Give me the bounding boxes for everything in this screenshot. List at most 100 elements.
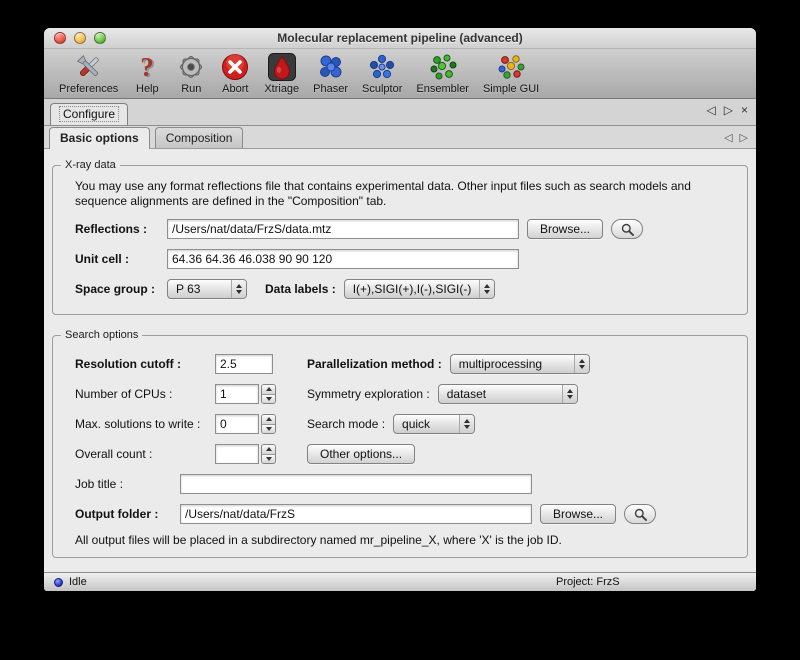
preferences-icon: [74, 52, 104, 82]
popup-arrows: [562, 385, 577, 403]
output-folder-input[interactable]: [180, 504, 532, 524]
search-mode-select[interactable]: quick: [393, 414, 475, 434]
overall-count-label: Overall count :: [75, 447, 215, 461]
output-folder-label: Output folder :: [75, 507, 180, 521]
reflections-input[interactable]: [167, 219, 519, 239]
resolution-cutoff-input[interactable]: [215, 354, 273, 374]
output-folder-browse-button[interactable]: Browse...: [540, 504, 616, 524]
toolbar-button-ensembler[interactable]: Ensembler: [409, 51, 476, 96]
down-arrow-icon: [464, 425, 470, 429]
configure-tab-label: Configure: [59, 106, 119, 122]
scroll-left-icon[interactable]: ◁: [707, 104, 716, 116]
toolbar-button-run[interactable]: Run: [169, 51, 213, 96]
zoom-window-button[interactable]: [94, 32, 106, 44]
output-folder-view-button[interactable]: [624, 504, 656, 524]
reflections-browse-button[interactable]: Browse...: [527, 219, 603, 239]
svg-text:?: ?: [141, 52, 155, 82]
down-arrow-icon: [266, 427, 272, 431]
toolbar-label: Ensembler: [416, 83, 469, 95]
toolbar-button-xtriage[interactable]: Xtriage: [257, 51, 306, 96]
popup-arrows: [231, 280, 246, 298]
max-solutions-input[interactable]: [215, 414, 259, 434]
up-arrow-icon: [236, 284, 242, 288]
reflections-view-button[interactable]: [611, 219, 643, 239]
down-arrow-icon: [567, 395, 573, 399]
data-labels-value: I(+),SIGI(+),I(-),SIGI(-): [353, 282, 480, 296]
stepper-up-button[interactable]: [262, 445, 275, 454]
max-solutions-label: Max. solutions to write :: [75, 417, 215, 431]
toolbar-button-simple-gui[interactable]: Simple GUI: [476, 51, 546, 96]
num-cpus-input[interactable]: [215, 384, 259, 404]
output-folder-row: Output folder : Browse...: [53, 503, 741, 525]
toolbar-button-sculptor[interactable]: Sculptor: [355, 51, 409, 96]
up-arrow-icon: [579, 359, 585, 363]
tab-composition[interactable]: Composition: [155, 127, 244, 148]
up-arrow-icon: [484, 284, 490, 288]
xray-description: You may use any format reflections file …: [53, 179, 741, 209]
parallelization-label: Parallelization method :: [307, 357, 442, 371]
up-arrow-icon: [266, 447, 272, 451]
search-options-group: Search options Resolution cutoff : Paral…: [52, 329, 748, 558]
stepper-buttons: [261, 384, 276, 404]
popup-arrows: [479, 280, 494, 298]
stepper-up-button[interactable]: [262, 385, 275, 394]
stepper-down-button[interactable]: [262, 394, 275, 404]
space-group-value: P 63: [176, 282, 231, 296]
up-arrow-icon: [567, 389, 573, 393]
symmetry-select[interactable]: dataset: [438, 384, 578, 404]
popup-arrows: [459, 415, 474, 433]
close-tab-icon[interactable]: ×: [741, 104, 748, 116]
unit-cell-input[interactable]: [167, 249, 519, 269]
xtriage-icon: [267, 52, 297, 82]
magnifier-icon: [634, 508, 647, 521]
space-group-label: Space group :: [75, 282, 167, 296]
titlebar[interactable]: Molecular replacement pipeline (advanced…: [44, 28, 756, 49]
space-group-select[interactable]: P 63: [167, 279, 247, 299]
other-options-button[interactable]: Other options...: [307, 444, 415, 464]
minimize-window-button[interactable]: [74, 32, 86, 44]
symmetry-label: Symmetry exploration :: [307, 387, 430, 401]
reflections-label: Reflections :: [75, 222, 167, 236]
up-arrow-icon: [266, 417, 272, 421]
up-arrow-icon: [464, 419, 470, 423]
data-labels-select[interactable]: I(+),SIGI(+),I(-),SIGI(-): [344, 279, 496, 299]
down-arrow-icon: [266, 457, 272, 461]
space-group-row: Space group : P 63 Data labels : I(+),SI…: [53, 278, 741, 300]
data-labels-label: Data labels :: [265, 282, 336, 296]
toolbar-label: Abort: [222, 83, 248, 95]
toolbar-button-preferences[interactable]: Preferences: [52, 51, 125, 96]
abort-icon: [220, 52, 250, 82]
toolbar-button-help[interactable]: ? ? Help: [125, 51, 169, 96]
close-window-button[interactable]: [54, 32, 66, 44]
toolbar-button-abort[interactable]: Abort: [213, 51, 257, 96]
stepper-up-button[interactable]: [262, 415, 275, 424]
toolbar-label: Xtriage: [264, 83, 299, 95]
overall-count-input[interactable]: [215, 444, 259, 464]
toolbar-button-phaser[interactable]: Phaser: [306, 51, 355, 96]
job-title-input[interactable]: [180, 474, 532, 494]
down-arrow-icon: [236, 290, 242, 294]
parallelization-select[interactable]: multiprocessing: [450, 354, 590, 374]
down-arrow-icon: [484, 290, 490, 294]
magnifier-icon: [621, 223, 634, 236]
stepper-down-button[interactable]: [262, 454, 275, 464]
up-arrow-icon: [266, 387, 272, 391]
status-text: Idle: [69, 576, 87, 588]
app-window: Molecular replacement pipeline (advanced…: [44, 28, 756, 591]
tab-scroll-right-icon[interactable]: ▷: [740, 131, 748, 144]
configure-tab[interactable]: Configure: [50, 103, 128, 125]
down-arrow-icon: [266, 397, 272, 401]
toolbar-label: Run: [181, 83, 201, 95]
sculptor-icon: [367, 52, 397, 82]
unit-cell-row: Unit cell :: [53, 248, 741, 270]
toolbar-label: Phaser: [313, 83, 348, 95]
toolbar-label: Simple GUI: [483, 83, 539, 95]
tab-basic-options[interactable]: Basic options: [49, 127, 150, 149]
notebook-tabrow: Basic options Composition ◁ ▷: [44, 126, 756, 149]
stepper-down-button[interactable]: [262, 424, 275, 434]
xray-data-group: X-ray data You may use any format reflec…: [52, 159, 748, 315]
tab-scroll-left-icon[interactable]: ◁: [724, 131, 732, 144]
statusbar: Idle Project: FrzS: [44, 572, 756, 591]
max-solutions-stepper: [215, 414, 276, 434]
scroll-right-icon[interactable]: ▷: [724, 104, 733, 116]
